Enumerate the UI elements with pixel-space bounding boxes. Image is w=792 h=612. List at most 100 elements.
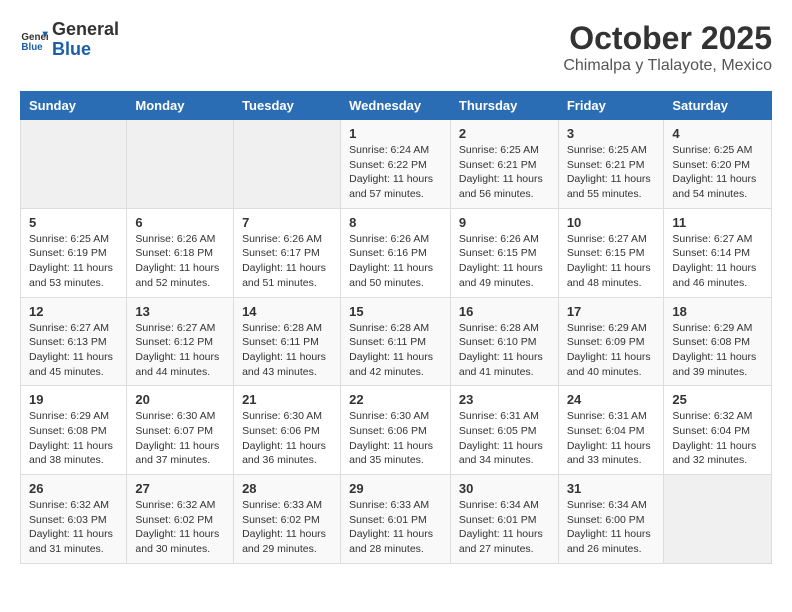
day-number: 10 [567, 215, 656, 230]
day-number: 9 [459, 215, 550, 230]
day-number: 19 [29, 392, 118, 407]
weekday-header-tuesday: Tuesday [234, 92, 341, 120]
weekday-header-wednesday: Wednesday [341, 92, 451, 120]
day-info: Sunrise: 6:31 AM Sunset: 6:04 PM Dayligh… [567, 409, 656, 468]
day-info: Sunrise: 6:29 AM Sunset: 6:08 PM Dayligh… [29, 409, 118, 468]
calendar-cell: 9 Sunrise: 6:26 AM Sunset: 6:15 PM Daylig… [450, 208, 558, 297]
day-info: Sunrise: 6:32 AM Sunset: 6:02 PM Dayligh… [135, 498, 225, 557]
day-number: 7 [242, 215, 332, 230]
day-number: 22 [349, 392, 442, 407]
calendar-week-row: 5 Sunrise: 6:25 AM Sunset: 6:19 PM Daylig… [21, 208, 772, 297]
day-info: Sunrise: 6:33 AM Sunset: 6:02 PM Dayligh… [242, 498, 332, 557]
day-number: 4 [672, 126, 763, 141]
day-info: Sunrise: 6:32 AM Sunset: 6:03 PM Dayligh… [29, 498, 118, 557]
day-info: Sunrise: 6:26 AM Sunset: 6:17 PM Dayligh… [242, 232, 332, 291]
day-number: 6 [135, 215, 225, 230]
day-number: 29 [349, 481, 442, 496]
day-number: 3 [567, 126, 656, 141]
calendar-cell: 19 Sunrise: 6:29 AM Sunset: 6:08 PM Dayli… [21, 386, 127, 475]
logo-text: General Blue [52, 20, 119, 60]
calendar-cell: 22 Sunrise: 6:30 AM Sunset: 6:06 PM Dayli… [341, 386, 451, 475]
day-info: Sunrise: 6:24 AM Sunset: 6:22 PM Dayligh… [349, 143, 442, 202]
calendar-cell: 1Sunrise: 6:24 AM Sunset: 6:22 PM Daylig… [341, 120, 451, 209]
calendar-week-row: 12 Sunrise: 6:27 AM Sunset: 6:13 PM Dayli… [21, 297, 772, 386]
calendar-cell: 2 Sunrise: 6:25 AM Sunset: 6:21 PM Daylig… [450, 120, 558, 209]
day-info: Sunrise: 6:26 AM Sunset: 6:15 PM Dayligh… [459, 232, 550, 291]
calendar-cell: 16 Sunrise: 6:28 AM Sunset: 6:10 PM Dayli… [450, 297, 558, 386]
day-number: 12 [29, 304, 118, 319]
calendar-cell: 15 Sunrise: 6:28 AM Sunset: 6:11 PM Dayli… [341, 297, 451, 386]
day-info: Sunrise: 6:25 AM Sunset: 6:21 PM Dayligh… [567, 143, 656, 202]
day-info: Sunrise: 6:29 AM Sunset: 6:08 PM Dayligh… [672, 321, 763, 380]
calendar-cell: 12 Sunrise: 6:27 AM Sunset: 6:13 PM Dayli… [21, 297, 127, 386]
weekday-header-row: SundayMondayTuesdayWednesdayThursdayFrid… [21, 92, 772, 120]
day-info: Sunrise: 6:33 AM Sunset: 6:01 PM Dayligh… [349, 498, 442, 557]
calendar-cell: 30Sunrise: 6:34 AM Sunset: 6:01 PM Dayli… [450, 475, 558, 564]
weekday-header-sunday: Sunday [21, 92, 127, 120]
weekday-header-monday: Monday [127, 92, 234, 120]
day-number: 13 [135, 304, 225, 319]
day-number: 30 [459, 481, 550, 496]
calendar-cell: 8Sunrise: 6:26 AM Sunset: 6:16 PM Daylig… [341, 208, 451, 297]
day-number: 17 [567, 304, 656, 319]
calendar-table: SundayMondayTuesdayWednesdayThursdayFrid… [20, 91, 772, 564]
calendar-cell: 4Sunrise: 6:25 AM Sunset: 6:20 PM Daylig… [664, 120, 772, 209]
day-number: 8 [349, 215, 442, 230]
day-info: Sunrise: 6:28 AM Sunset: 6:10 PM Dayligh… [459, 321, 550, 380]
calendar-cell: 11Sunrise: 6:27 AM Sunset: 6:14 PM Dayli… [664, 208, 772, 297]
svg-text:Blue: Blue [21, 42, 43, 53]
day-info: Sunrise: 6:27 AM Sunset: 6:15 PM Dayligh… [567, 232, 656, 291]
calendar-cell: 21 Sunrise: 6:30 AM Sunset: 6:06 PM Dayli… [234, 386, 341, 475]
logo: General Blue General Blue [20, 20, 119, 60]
day-number: 18 [672, 304, 763, 319]
weekday-header-friday: Friday [558, 92, 664, 120]
calendar-cell: 14 Sunrise: 6:28 AM Sunset: 6:11 PM Dayli… [234, 297, 341, 386]
day-info: Sunrise: 6:34 AM Sunset: 6:00 PM Dayligh… [567, 498, 656, 557]
calendar-cell: 13 Sunrise: 6:27 AM Sunset: 6:12 PM Dayli… [127, 297, 234, 386]
day-number: 28 [242, 481, 332, 496]
calendar-week-row: 19 Sunrise: 6:29 AM Sunset: 6:08 PM Dayli… [21, 386, 772, 475]
calendar-week-row: 1Sunrise: 6:24 AM Sunset: 6:22 PM Daylig… [21, 120, 772, 209]
day-info: Sunrise: 6:30 AM Sunset: 6:06 PM Dayligh… [242, 409, 332, 468]
month-title: October 2025 [563, 20, 772, 57]
calendar-cell: 28 Sunrise: 6:33 AM Sunset: 6:02 PM Dayli… [234, 475, 341, 564]
day-number: 26 [29, 481, 118, 496]
day-info: Sunrise: 6:30 AM Sunset: 6:06 PM Dayligh… [349, 409, 442, 468]
calendar-cell: 24Sunrise: 6:31 AM Sunset: 6:04 PM Dayli… [558, 386, 664, 475]
day-number: 25 [672, 392, 763, 407]
weekday-header-thursday: Thursday [450, 92, 558, 120]
calendar-cell: 18 Sunrise: 6:29 AM Sunset: 6:08 PM Dayli… [664, 297, 772, 386]
day-info: Sunrise: 6:28 AM Sunset: 6:11 PM Dayligh… [349, 321, 442, 380]
day-info: Sunrise: 6:27 AM Sunset: 6:12 PM Dayligh… [135, 321, 225, 380]
calendar-cell: 27 Sunrise: 6:32 AM Sunset: 6:02 PM Dayli… [127, 475, 234, 564]
day-number: 31 [567, 481, 656, 496]
day-number: 16 [459, 304, 550, 319]
day-number: 14 [242, 304, 332, 319]
calendar-cell [234, 120, 341, 209]
calendar-cell: 23Sunrise: 6:31 AM Sunset: 6:05 PM Dayli… [450, 386, 558, 475]
calendar-cell: 20Sunrise: 6:30 AM Sunset: 6:07 PM Dayli… [127, 386, 234, 475]
logo-icon: General Blue [20, 26, 48, 54]
calendar-cell: 6 Sunrise: 6:26 AM Sunset: 6:18 PM Daylig… [127, 208, 234, 297]
calendar-cell [664, 475, 772, 564]
day-info: Sunrise: 6:28 AM Sunset: 6:11 PM Dayligh… [242, 321, 332, 380]
day-info: Sunrise: 6:25 AM Sunset: 6:19 PM Dayligh… [29, 232, 118, 291]
weekday-header-saturday: Saturday [664, 92, 772, 120]
day-number: 11 [672, 215, 763, 230]
day-number: 2 [459, 126, 550, 141]
day-number: 21 [242, 392, 332, 407]
day-number: 5 [29, 215, 118, 230]
calendar-cell: 7 Sunrise: 6:26 AM Sunset: 6:17 PM Daylig… [234, 208, 341, 297]
calendar-cell: 25 Sunrise: 6:32 AM Sunset: 6:04 PM Dayli… [664, 386, 772, 475]
day-info: Sunrise: 6:25 AM Sunset: 6:21 PM Dayligh… [459, 143, 550, 202]
day-info: Sunrise: 6:32 AM Sunset: 6:04 PM Dayligh… [672, 409, 763, 468]
calendar-cell: 31 Sunrise: 6:34 AM Sunset: 6:00 PM Dayli… [558, 475, 664, 564]
day-number: 15 [349, 304, 442, 319]
calendar-week-row: 26 Sunrise: 6:32 AM Sunset: 6:03 PM Dayli… [21, 475, 772, 564]
calendar-cell: 10 Sunrise: 6:27 AM Sunset: 6:15 PM Dayli… [558, 208, 664, 297]
day-info: Sunrise: 6:26 AM Sunset: 6:18 PM Dayligh… [135, 232, 225, 291]
day-number: 27 [135, 481, 225, 496]
location-subtitle: Chimalpa y Tlalayote, Mexico [563, 57, 772, 75]
day-info: Sunrise: 6:27 AM Sunset: 6:13 PM Dayligh… [29, 321, 118, 380]
calendar-cell: 3 Sunrise: 6:25 AM Sunset: 6:21 PM Daylig… [558, 120, 664, 209]
